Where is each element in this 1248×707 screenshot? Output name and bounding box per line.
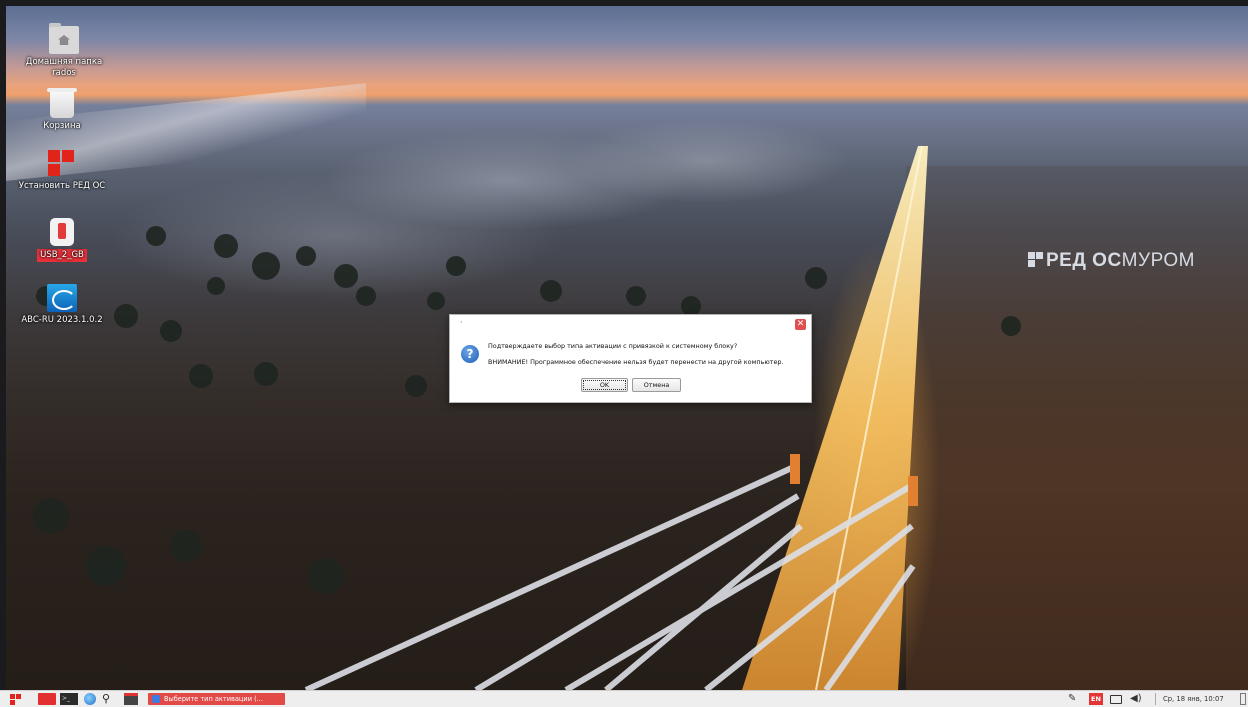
desktop-icon-trash[interactable]: Корзина [12, 88, 112, 132]
desktop-icon-install-label: Установить РЕД ОС [18, 181, 106, 191]
desktop-icon-home-label: Домашняя папка [25, 57, 103, 67]
red-os-install-icon [48, 150, 76, 178]
taskbar-item-label: Выберите тип активации (... [164, 695, 263, 703]
home-folder-icon [49, 23, 79, 54]
search-icon[interactable]: ⚲ [102, 693, 114, 705]
volume-icon[interactable]: ◀) [1130, 693, 1144, 705]
desktop-icon-home[interactable]: Домашняя папка rados [14, 23, 114, 79]
desktop-icon-trash-label: Корзина [43, 121, 81, 131]
taskbar-item-activation[interactable]: Выберите тип активации (... [148, 693, 285, 705]
terminal-icon[interactable]: >_ [60, 693, 78, 705]
desktop-icon-usb[interactable]: USB_2_GB [12, 218, 112, 262]
dialog-question-text: Подтверждаете выбор типа активации с при… [488, 342, 738, 350]
question-icon: ? [461, 345, 479, 363]
confirm-activation-dialog: · ✕ ? Подтверждаете выбор типа активации… [449, 314, 812, 403]
logo-light-text: МУРОМ [1121, 250, 1195, 271]
abc-ru-app-icon [47, 284, 77, 312]
dialog-title: · [460, 318, 463, 327]
tray-tool-icon[interactable]: ✎ [1068, 693, 1082, 705]
wallpaper-red-os-logo: РЕД ОСМУРОМ [1028, 250, 1195, 272]
cancel-button[interactable]: Отмена [632, 378, 681, 392]
tray-separator [1155, 693, 1156, 705]
trash-icon [47, 88, 77, 118]
file-manager-icon[interactable] [38, 693, 56, 705]
logo-bold-text: РЕД ОС [1046, 250, 1122, 271]
desktop-icon-install-red-os[interactable]: Установить РЕД ОС [12, 150, 112, 192]
desktop-icon-abc-ru[interactable]: ABC-RU 2023.1.0.2 [12, 284, 112, 326]
keyboard-layout-indicator[interactable]: EN [1089, 693, 1103, 705]
dialog-warning-text: ВНИМАНИЕ! Программное обеспечение нельзя… [488, 358, 784, 366]
desktop-icon-home-user: rados [52, 68, 76, 78]
usb-drive-icon [50, 218, 74, 246]
show-desktop-button[interactable] [1240, 693, 1246, 705]
clock[interactable]: Ср, 18 янв, 10:07 [1163, 693, 1239, 705]
start-menu-button[interactable] [10, 693, 22, 705]
network-icon[interactable] [1109, 693, 1123, 705]
desktop-icon-usb-label: USB_2_GB [37, 249, 87, 262]
activation-app-icon [152, 695, 160, 703]
app-launcher-icon[interactable] [124, 693, 138, 705]
red-os-logo-icon [1028, 252, 1044, 268]
taskbar: >_ ⚲ Выберите тип активации (... ✎ EN ◀)… [0, 690, 1248, 707]
ok-button[interactable]: OK [581, 378, 628, 392]
desktop-icon-abc-ru-label: ABC-RU 2023.1.0.2 [21, 315, 103, 325]
close-icon[interactable]: ✕ [795, 319, 806, 330]
browser-icon[interactable] [84, 693, 96, 705]
